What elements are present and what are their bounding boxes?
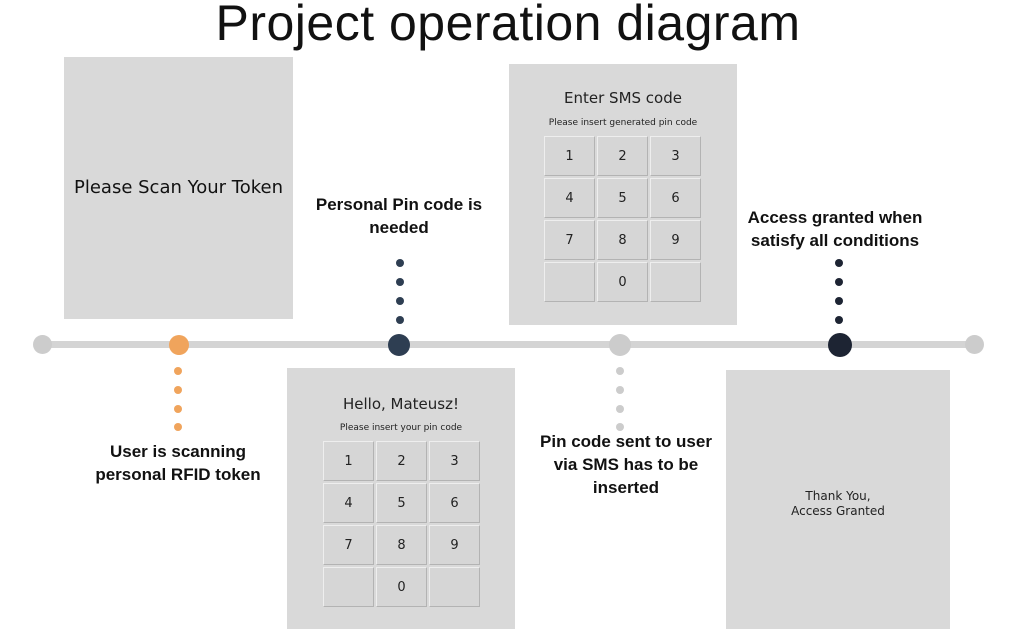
step-3-caption-line-2: via SMS has to be [553,455,699,474]
step-2-connector-dot [396,297,404,305]
timeline-start-node [33,335,52,354]
scan-token-screen: Please Scan Your Token [64,57,293,319]
step-2-caption-line-2: needed [369,218,429,237]
scan-token-text: Please Scan Your Token [74,177,283,198]
step-2-connector-dot [396,278,404,286]
personal-pin-subheading: Please insert your pin code [339,423,463,433]
step-1-connector-dot [174,405,182,413]
step-1-caption-line-1: User is scanning [109,442,247,461]
step-3-connector-dot [616,405,624,413]
step-4-connector-dot [835,278,843,286]
sms-key-2[interactable]: 2 [597,136,648,176]
step-4-connector-dot [835,259,843,267]
pin-key-2[interactable]: 2 [376,441,427,481]
sms-code-subheading: Please insert generated pin code [548,118,698,128]
timeline-end-node [965,335,984,354]
sms-key-6[interactable]: 6 [650,178,701,218]
pin-key-6[interactable]: 6 [429,483,480,523]
sms-key-8[interactable]: 8 [597,220,648,260]
sms-key-9[interactable]: 9 [650,220,701,260]
step-3-node [609,334,631,356]
personal-pin-keypad: 1 2 3 4 5 6 7 8 9 0 [323,441,480,607]
sms-key-5[interactable]: 5 [597,178,648,218]
step-4-caption-line-1: Access granted when [747,208,923,227]
access-granted-line-2: Access Granted [791,504,885,518]
pin-key-3[interactable]: 3 [429,441,480,481]
step-2-caption-line-1: Personal Pin code is [315,195,483,214]
pin-key-0[interactable]: 0 [376,567,427,607]
sms-key-blank [544,262,595,302]
step-3-connector-dot [616,367,624,375]
step-3-connector-dot [616,386,624,394]
pin-key-4[interactable]: 4 [323,483,374,523]
diagram-title: Project operation diagram [215,0,801,51]
sms-code-keypad: 1 2 3 4 5 6 7 8 9 0 [544,136,701,302]
sms-key-blank-right [650,262,701,302]
sms-key-7[interactable]: 7 [544,220,595,260]
step-1-connector-dot [174,386,182,394]
step-4-node [828,333,852,357]
sms-key-1[interactable]: 1 [544,136,595,176]
pin-key-9[interactable]: 9 [429,525,480,565]
access-granted-screen: Thank You, Access Granted [726,370,950,629]
pin-key-blank-right [429,567,480,607]
pin-key-5[interactable]: 5 [376,483,427,523]
step-3-caption-line-1: Pin code sent to user [540,432,712,451]
personal-pin-screen: Hello, Mateusz! Please insert your pin c… [287,368,515,629]
access-granted-line-1: Thank You, [805,489,871,503]
step-4-caption: Access granted when satisfy all conditio… [730,206,940,252]
step-1-connector-dot [174,423,182,431]
step-1-caption: User is scanning personal RFID token [78,440,278,486]
pin-key-7[interactable]: 7 [323,525,374,565]
step-2-caption: Personal Pin code is needed [299,193,499,239]
pin-key-blank [323,567,374,607]
sms-code-screen: Enter SMS code Please insert generated p… [509,64,737,325]
sms-code-heading: Enter SMS code [564,89,682,107]
step-4-connector-dot [835,316,843,324]
sms-key-3[interactable]: 3 [650,136,701,176]
step-4-caption-line-2: satisfy all conditions [750,231,920,250]
step-3-caption: Pin code sent to user via SMS has to be … [521,430,731,499]
step-2-node [388,334,410,356]
step-2-connector-dot [396,316,404,324]
step-4-connector-dot [835,297,843,305]
pin-key-1[interactable]: 1 [323,441,374,481]
pin-key-8[interactable]: 8 [376,525,427,565]
step-1-caption-line-2: personal RFID token [95,465,261,484]
personal-pin-heading: Hello, Mateusz! [342,395,459,413]
step-3-caption-line-3: inserted [592,478,660,497]
step-1-node [169,335,189,355]
sms-key-0[interactable]: 0 [597,262,648,302]
step-2-connector-dot [396,259,404,267]
step-1-connector-dot [174,367,182,375]
sms-key-4[interactable]: 4 [544,178,595,218]
